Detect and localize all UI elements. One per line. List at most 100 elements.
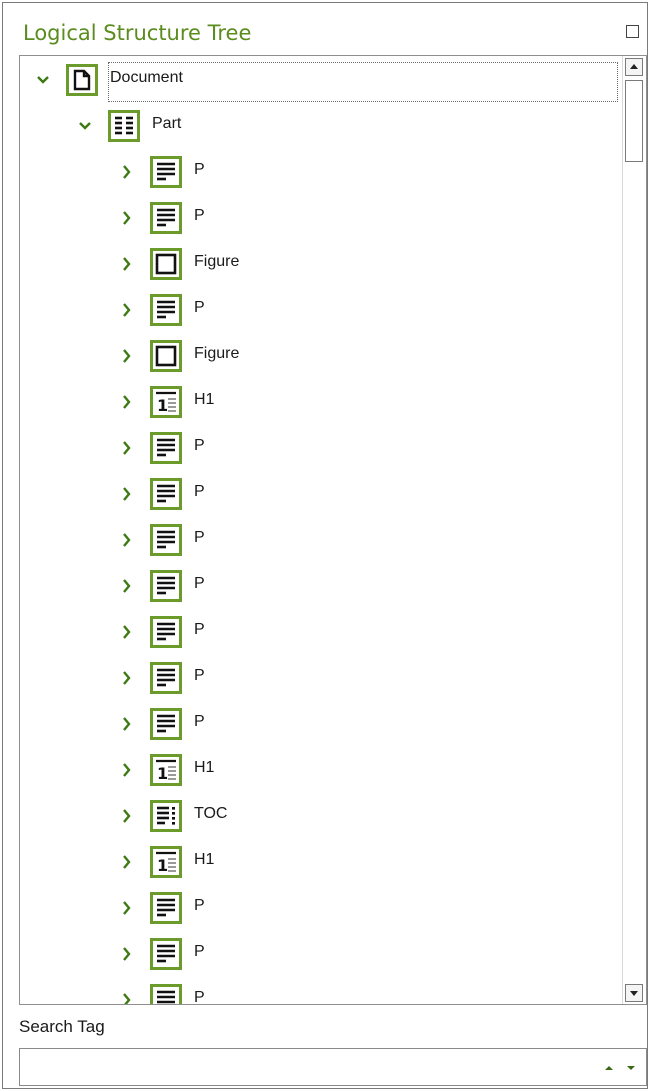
structure-tree[interactable]: Document Part P P Figure P Figure 1 H1 P P P P P P P 1 H1… — [19, 55, 647, 1005]
spin-down-icon[interactable] — [624, 1061, 638, 1075]
chevron-right-icon[interactable] — [118, 485, 136, 503]
tree-node-toc[interactable]: TOC — [20, 794, 620, 840]
tree-node-h1[interactable]: 1 H1 — [20, 380, 620, 426]
logical-structure-panel: Logical Structure Tree Document Part P P Fig… — [2, 2, 648, 1089]
tree-node-p[interactable]: P — [20, 518, 620, 564]
tree-node-p[interactable]: P — [20, 656, 620, 702]
tree-node-label: P — [194, 621, 205, 638]
svg-text:1: 1 — [157, 396, 168, 415]
tree-node-figure[interactable]: Figure — [20, 242, 620, 288]
tree-node-p[interactable]: P — [20, 150, 620, 196]
chevron-right-icon[interactable] — [118, 255, 136, 273]
tree-node-part[interactable]: Part — [20, 104, 620, 150]
tree-node-p[interactable]: P — [20, 886, 620, 932]
chevron-right-icon[interactable] — [118, 393, 136, 411]
toc-icon — [150, 800, 182, 832]
tree-node-label: Figure — [194, 345, 240, 362]
tree-node-label: H1 — [194, 851, 215, 868]
tree-node-label: P — [194, 667, 205, 684]
arrow-up-icon — [630, 64, 638, 69]
tree-node-label: P — [194, 529, 205, 546]
chevron-right-icon[interactable] — [118, 301, 136, 319]
svg-text:1: 1 — [157, 856, 168, 875]
scroll-down-button[interactable] — [625, 984, 643, 1002]
tree-node-label: H1 — [194, 391, 215, 408]
tree-node-label: H1 — [194, 759, 215, 776]
chevron-right-icon[interactable] — [118, 531, 136, 549]
spin-up-icon[interactable] — [602, 1061, 616, 1075]
chevron-right-icon[interactable] — [118, 439, 136, 457]
paragraph-icon — [150, 570, 182, 602]
tree-node-label: P — [194, 437, 205, 454]
tree-node-h1[interactable]: 1 H1 — [20, 840, 620, 886]
tree-node-label: Figure — [194, 253, 240, 270]
document-icon — [66, 64, 98, 96]
tree-node-label: P — [194, 897, 205, 914]
panel-titlebar: Logical Structure Tree — [3, 3, 647, 55]
paragraph-icon — [150, 156, 182, 188]
tree-node-p[interactable]: P — [20, 932, 620, 978]
tree-node-label: P — [194, 299, 205, 316]
tree-node-p[interactable]: P — [20, 978, 620, 1004]
heading-icon: 1 — [150, 386, 182, 418]
tree-node-p[interactable]: P — [20, 426, 620, 472]
scroll-up-button[interactable] — [625, 58, 643, 76]
chevron-right-icon[interactable] — [118, 945, 136, 963]
heading-icon: 1 — [150, 754, 182, 786]
chevron-right-icon[interactable] — [118, 715, 136, 733]
paragraph-icon — [150, 892, 182, 924]
tree-node-document[interactable]: Document — [20, 58, 620, 104]
paragraph-icon — [150, 524, 182, 556]
tree-node-label: P — [194, 207, 205, 224]
tree-node-label: P — [194, 713, 205, 730]
paragraph-icon — [150, 432, 182, 464]
figure-icon — [150, 248, 182, 280]
paragraph-icon — [150, 708, 182, 740]
tree-node-p[interactable]: P — [20, 472, 620, 518]
chevron-right-icon[interactable] — [118, 807, 136, 825]
paragraph-icon — [150, 984, 182, 1004]
chevron-right-icon[interactable] — [118, 347, 136, 365]
tree-node-label: P — [194, 943, 205, 960]
chevron-right-icon[interactable] — [118, 761, 136, 779]
figure-icon — [150, 340, 182, 372]
tree-node-h1[interactable]: 1 H1 — [20, 748, 620, 794]
tree-node-p[interactable]: P — [20, 196, 620, 242]
chevron-right-icon[interactable] — [118, 853, 136, 871]
tree-node-label: P — [194, 483, 205, 500]
tree-node-p[interactable]: P — [20, 288, 620, 334]
arrow-down-icon — [630, 991, 638, 996]
chevron-down-icon[interactable] — [34, 71, 52, 89]
chevron-right-icon[interactable] — [118, 577, 136, 595]
paragraph-icon — [150, 478, 182, 510]
tree-node-p[interactable]: P — [20, 564, 620, 610]
paragraph-icon — [150, 202, 182, 234]
tree-node-label: P — [194, 161, 205, 178]
svg-text:1: 1 — [157, 764, 168, 783]
paragraph-icon — [150, 616, 182, 648]
chevron-right-icon[interactable] — [118, 623, 136, 641]
chevron-right-icon[interactable] — [118, 991, 136, 1004]
tree-node-figure[interactable]: Figure — [20, 334, 620, 380]
tree-node-label: P — [194, 575, 205, 592]
tree-node-label: TOC — [194, 805, 228, 822]
scrollbar-thumb[interactable] — [625, 80, 643, 162]
maximize-icon[interactable] — [626, 25, 639, 38]
heading-icon: 1 — [150, 846, 182, 878]
tree-node-label: Part — [152, 115, 182, 132]
tree-node-p[interactable]: P — [20, 610, 620, 656]
search-tag-label: Search Tag — [19, 1017, 105, 1036]
panel-title: Logical Structure Tree — [23, 21, 252, 45]
search-tag-input[interactable] — [24, 1053, 608, 1083]
search-tag-field[interactable] — [19, 1048, 647, 1086]
tree-node-p[interactable]: P — [20, 702, 620, 748]
vertical-scrollbar[interactable] — [622, 56, 646, 1004]
part-icon — [108, 110, 140, 142]
tree-rows: Document Part P P Figure P Figure 1 H1 P P P P P P P 1 H1… — [20, 56, 620, 1004]
chevron-right-icon[interactable] — [118, 209, 136, 227]
paragraph-icon — [150, 294, 182, 326]
chevron-down-icon[interactable] — [76, 117, 94, 135]
chevron-right-icon[interactable] — [118, 163, 136, 181]
chevron-right-icon[interactable] — [118, 669, 136, 687]
chevron-right-icon[interactable] — [118, 899, 136, 917]
